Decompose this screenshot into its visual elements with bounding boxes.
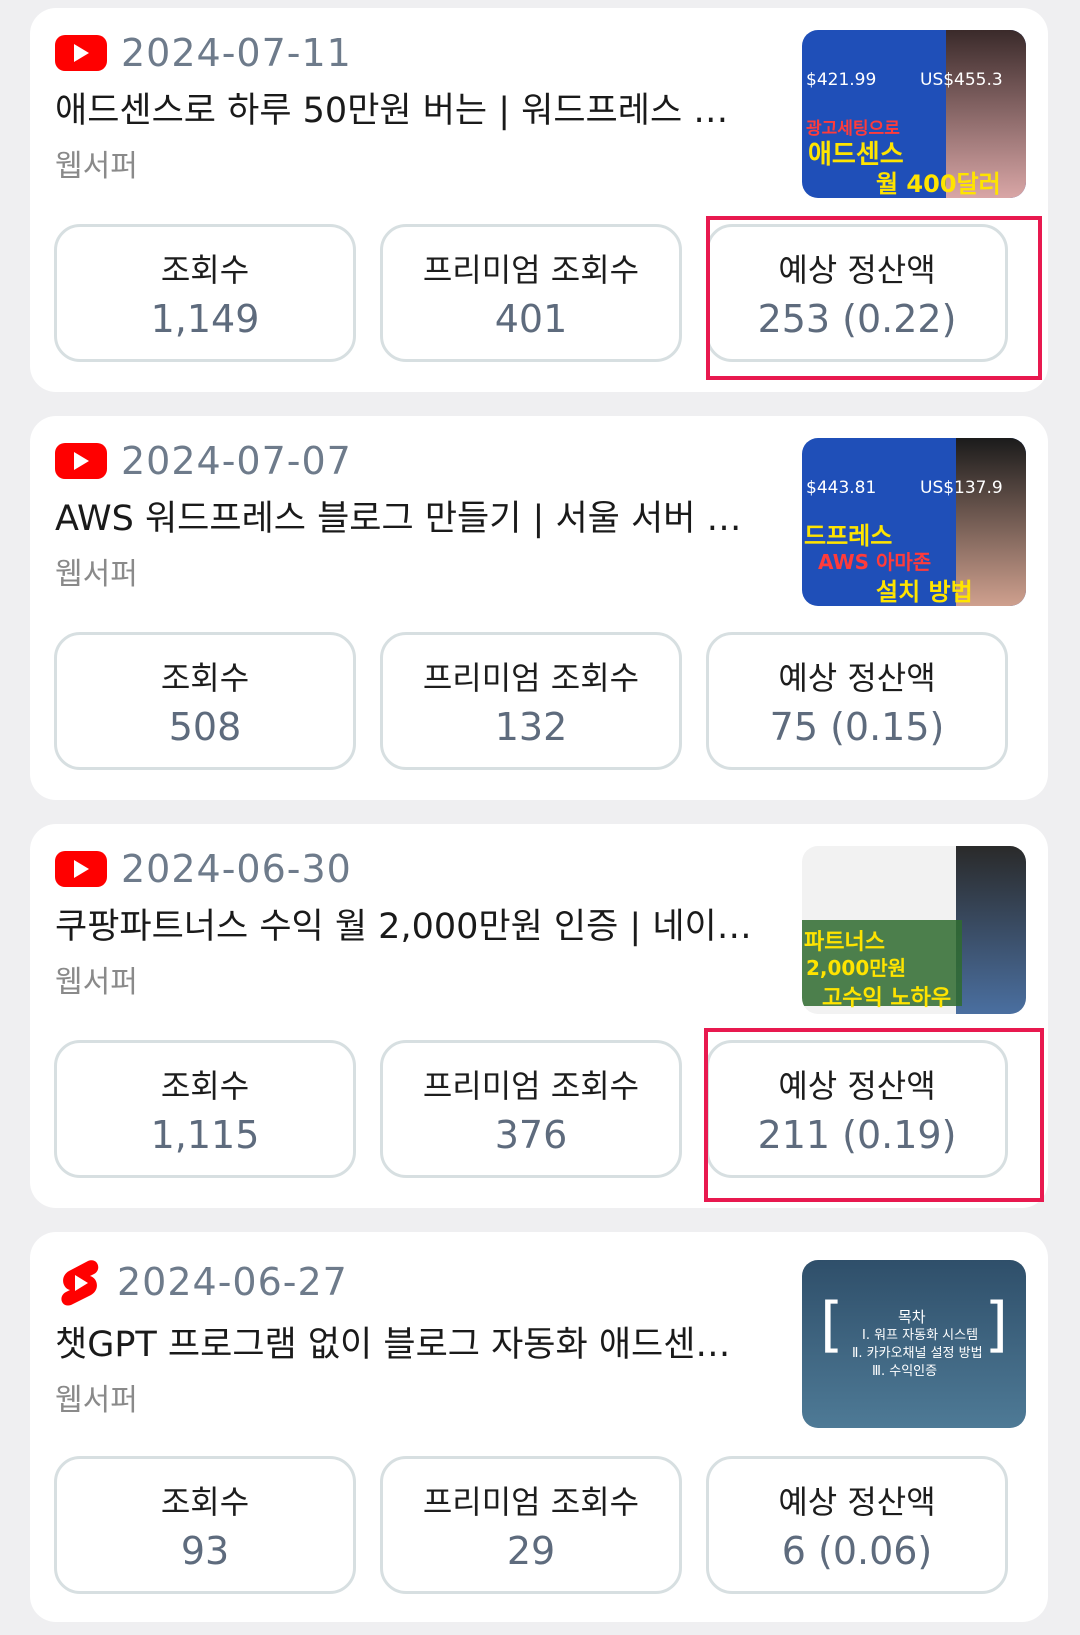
video-date: 2024-07-11 [121, 31, 352, 75]
youtube-icon [55, 851, 107, 887]
thumb-text: $421.99 [806, 70, 877, 90]
video-title[interactable]: 챗GPT 프로그램 없이 블로그 자동화 애드센… [55, 1316, 775, 1367]
stat-premium-views: 프리미엄 조회수 29 [380, 1456, 682, 1594]
stat-premium-views: 프리미엄 조회수 376 [380, 1040, 682, 1178]
video-thumbnail[interactable]: [ ] 목차 Ⅰ. 워프 자동화 시스템 Ⅱ. 카카오채널 설정 방법 Ⅲ. 수… [802, 1260, 1026, 1428]
highlight-box [706, 216, 1042, 380]
video-card[interactable]: 2024-06-27 챗GPT 프로그램 없이 블로그 자동화 애드센… 웹서퍼… [30, 1232, 1048, 1622]
stat-value: 75 (0.15) [769, 705, 945, 749]
channel-name: 웹서퍼 [55, 557, 138, 592]
stat-label: 프리미엄 조회수 [422, 659, 640, 697]
youtube-icon [55, 35, 107, 71]
stat-value: 508 [168, 705, 242, 749]
video-title[interactable]: 쿠팡파트너스 수익 월 2,000만원 인증 | 네이… [55, 898, 775, 949]
thumb-text: $443.81 [806, 478, 877, 498]
video-title[interactable]: AWS 워드프레스 블로그 만들기 | 서울 서버 … [55, 490, 775, 541]
stat-value: 132 [494, 705, 568, 749]
stat-label: 예상 정산액 [778, 659, 936, 697]
video-date: 2024-06-30 [121, 847, 352, 891]
stat-views: 조회수 93 [54, 1456, 356, 1594]
stat-estimated-payout: 예상 정산액 6 (0.06) [706, 1456, 1008, 1594]
video-thumbnail[interactable]: $421.99 US$455.3 광고세팅으로 애드센스 월 400달러 [802, 30, 1026, 198]
stat-label: 프리미엄 조회수 [422, 251, 640, 289]
stat-premium-views: 프리미엄 조회수 401 [380, 224, 682, 362]
youtube-icon [55, 443, 107, 479]
thumb-text: Ⅰ. 워프 자동화 시스템 [862, 1328, 979, 1343]
stat-label: 프리미엄 조회수 [422, 1483, 640, 1521]
stat-premium-views: 프리미엄 조회수 132 [380, 632, 682, 770]
stat-views: 조회수 1,149 [54, 224, 356, 362]
video-title[interactable]: 애드센스로 하루 50만원 버는 | 워드프레스 … [55, 82, 775, 133]
stat-label: 조회수 [160, 1483, 250, 1521]
video-thumbnail[interactable]: 파트너스 2,000만원 고수익 노하우 [802, 846, 1026, 1014]
stat-label: 조회수 [160, 1067, 250, 1105]
stat-value: 401 [494, 297, 568, 341]
thumb-text: US$137.9 [920, 478, 1003, 498]
thumb-text: Ⅱ. 카카오채널 설정 방법 [852, 1346, 983, 1361]
stat-estimated-payout: 예상 정산액 75 (0.15) [706, 632, 1008, 770]
thumb-text: 2,000만원 [806, 956, 907, 980]
channel-name: 웹서퍼 [55, 149, 138, 184]
stat-value: 1,149 [150, 297, 260, 341]
thumb-text: 월 400달러 [876, 170, 1001, 198]
stat-value: 29 [506, 1529, 556, 1573]
video-date: 2024-06-27 [117, 1260, 348, 1304]
stat-views: 조회수 508 [54, 632, 356, 770]
thumb-text: 고수익 노하우 [822, 986, 952, 1011]
video-card[interactable]: 2024-07-07 AWS 워드프레스 블로그 만들기 | 서울 서버 … 웹… [30, 416, 1048, 800]
stat-views: 조회수 1,115 [54, 1040, 356, 1178]
stat-value: 376 [494, 1113, 568, 1157]
highlight-box [704, 1028, 1044, 1202]
thumb-text: AWS 아마존 [818, 550, 932, 574]
video-date: 2024-07-07 [121, 439, 352, 483]
thumb-text: US$455.3 [920, 70, 1003, 90]
stat-value: 6 (0.06) [781, 1529, 933, 1573]
thumb-text: 설치 방법 [876, 578, 973, 606]
shorts-icon [55, 1258, 105, 1306]
stat-label: 조회수 [160, 251, 250, 289]
channel-name: 웹서퍼 [55, 965, 138, 1000]
thumb-text: Ⅲ. 수익인증 [872, 1364, 938, 1379]
channel-name: 웹서퍼 [55, 1383, 138, 1418]
stat-label: 조회수 [160, 659, 250, 697]
stat-label: 프리미엄 조회수 [422, 1067, 640, 1105]
stat-value: 1,115 [150, 1113, 260, 1157]
stat-label: 예상 정산액 [778, 1483, 936, 1521]
video-thumbnail[interactable]: $443.81 US$137.9 드프레스 AWS 아마존 설치 방법 [802, 438, 1026, 606]
stat-value: 93 [180, 1529, 230, 1573]
